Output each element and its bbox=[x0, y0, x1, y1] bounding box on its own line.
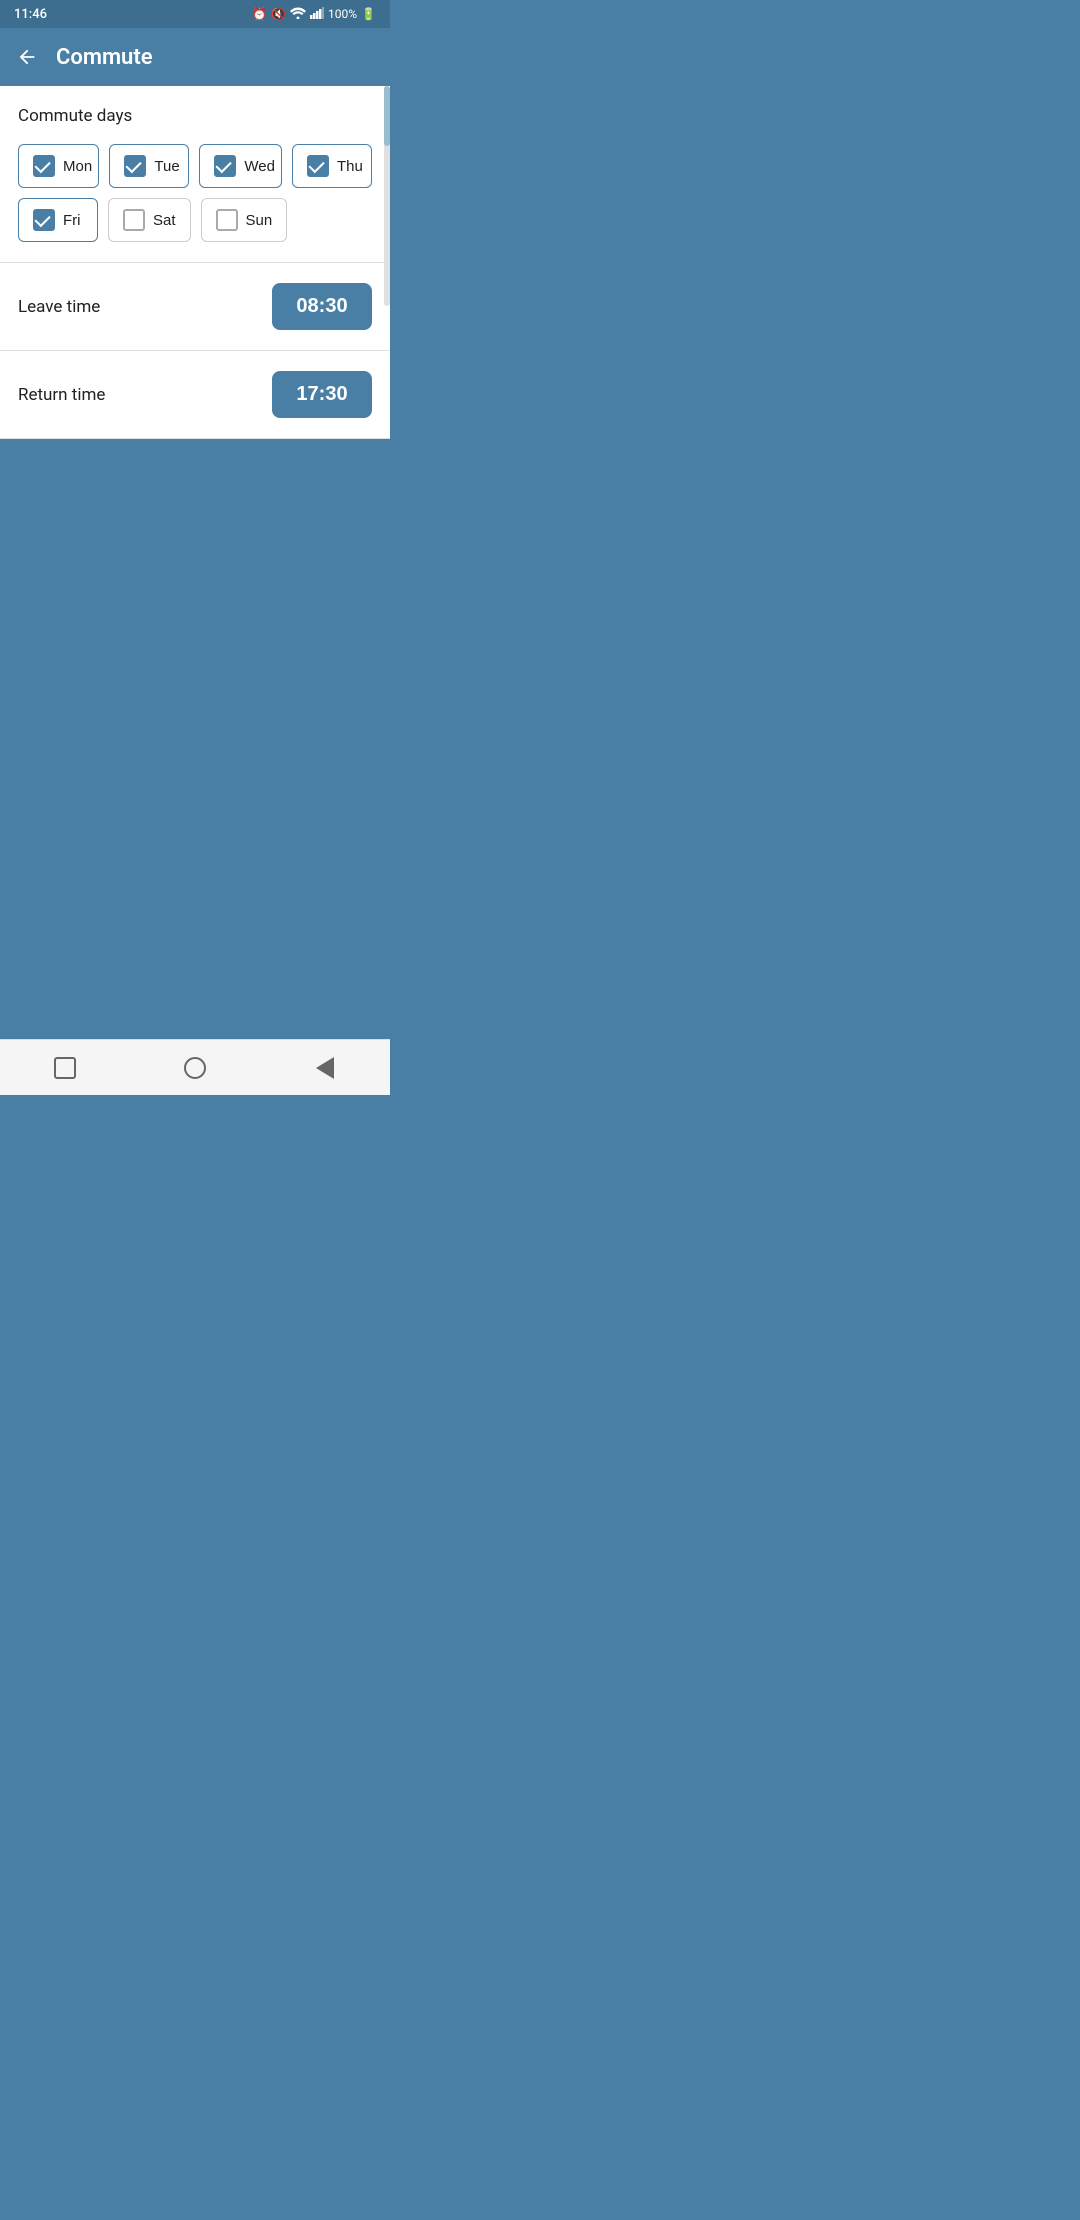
day-mon-button[interactable]: Mon bbox=[18, 144, 99, 188]
status-time: 11:46 bbox=[14, 7, 47, 22]
day-thu-checkbox bbox=[307, 155, 329, 177]
scrollbar[interactable] bbox=[384, 86, 390, 306]
day-sat-button[interactable]: Sat bbox=[108, 198, 191, 242]
day-sat-label: Sat bbox=[153, 212, 176, 229]
scrollbar-thumb bbox=[384, 86, 390, 146]
navigation-bar bbox=[0, 1039, 390, 1095]
toolbar: Commute bbox=[0, 28, 390, 86]
return-time-label: Return time bbox=[18, 385, 105, 405]
days-row-1: Mon Tue Wed Thu bbox=[18, 144, 372, 188]
day-tue-label: Tue bbox=[154, 158, 179, 175]
background-fill bbox=[0, 439, 390, 1039]
nav-home-icon bbox=[184, 1057, 206, 1079]
nav-back-button[interactable] bbox=[300, 1048, 350, 1088]
commute-days-section: Commute days Mon Tue Wed Thu bbox=[0, 86, 390, 263]
nav-home-button[interactable] bbox=[170, 1048, 220, 1088]
day-tue-button[interactable]: Tue bbox=[109, 144, 189, 188]
day-sun-button[interactable]: Sun bbox=[201, 198, 288, 242]
page-title: Commute bbox=[56, 45, 153, 70]
nav-recent-icon bbox=[54, 1057, 76, 1079]
leave-time-row: Leave time 08:30 bbox=[0, 263, 390, 351]
nav-recent-button[interactable] bbox=[40, 1048, 90, 1088]
return-time-button[interactable]: 17:30 bbox=[272, 371, 372, 418]
leave-time-label: Leave time bbox=[18, 297, 100, 317]
day-thu-button[interactable]: Thu bbox=[292, 144, 372, 188]
commute-days-title: Commute days bbox=[18, 106, 372, 126]
wifi-icon bbox=[290, 7, 306, 22]
day-sat-checkbox bbox=[123, 209, 145, 231]
return-time-row: Return time 17:30 bbox=[0, 351, 390, 439]
back-button[interactable] bbox=[16, 46, 38, 68]
day-fri-button[interactable]: Fri bbox=[18, 198, 98, 242]
day-wed-button[interactable]: Wed bbox=[199, 144, 282, 188]
signal-icon bbox=[310, 7, 324, 22]
day-fri-label: Fri bbox=[63, 212, 81, 229]
day-tue-checkbox bbox=[124, 155, 146, 177]
mute-icon: 🔇 bbox=[271, 7, 286, 21]
day-thu-label: Thu bbox=[337, 158, 363, 175]
day-mon-label: Mon bbox=[63, 158, 92, 175]
day-sun-checkbox bbox=[216, 209, 238, 231]
day-mon-checkbox bbox=[33, 155, 55, 177]
nav-back-icon bbox=[316, 1057, 334, 1079]
battery-label: 100% bbox=[328, 7, 357, 21]
day-wed-checkbox bbox=[214, 155, 236, 177]
alarm-icon: ⏰ bbox=[252, 7, 267, 21]
status-bar: 11:46 ⏰ 🔇 100% 🔋 bbox=[0, 0, 390, 28]
days-row-2: Fri Sat Sun bbox=[18, 198, 372, 242]
battery-icon: 🔋 bbox=[361, 7, 376, 21]
leave-time-button[interactable]: 08:30 bbox=[272, 283, 372, 330]
day-fri-checkbox bbox=[33, 209, 55, 231]
day-sun-label: Sun bbox=[246, 212, 273, 229]
day-wed-label: Wed bbox=[244, 158, 275, 175]
status-icons: ⏰ 🔇 100% 🔋 bbox=[252, 7, 376, 22]
